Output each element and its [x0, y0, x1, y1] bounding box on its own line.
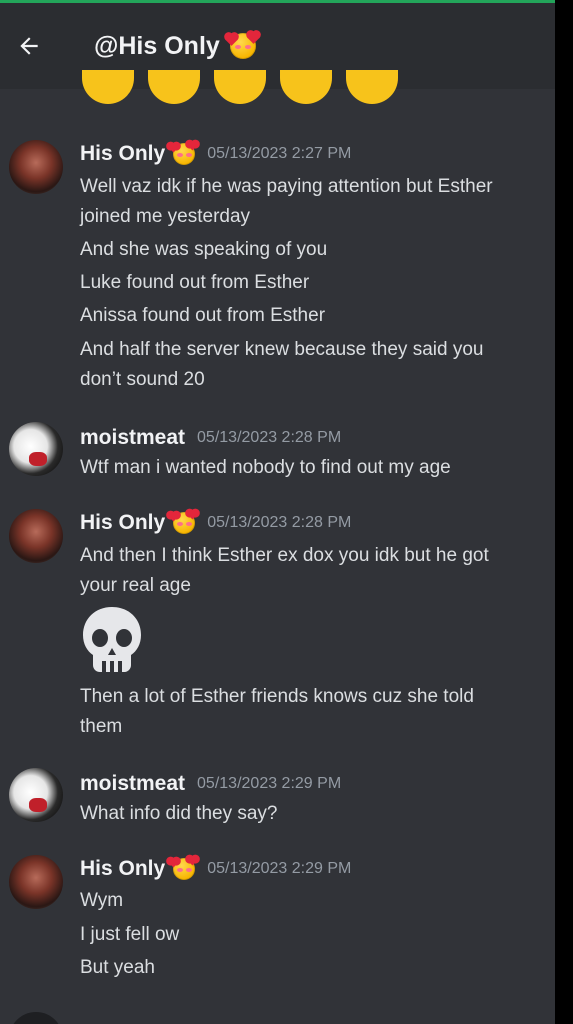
message-text: joined me yesterday [80, 206, 251, 227]
message-header: moistmeat 05/13/2023 2:28 PM [80, 426, 341, 450]
author-name[interactable]: moistmeat [80, 772, 185, 796]
smiling-face-with-hearts-icon [168, 855, 198, 880]
timestamp: 05/13/2023 2:28 PM [207, 514, 352, 531]
message-text: don’t sound 20 [80, 369, 205, 390]
message-text: Wym [80, 890, 124, 911]
message-text: Anissa found out from Esther [80, 305, 326, 326]
author-name[interactable]: His Only [80, 142, 165, 166]
message-text: Well vaz idk if he was paying attention … [80, 176, 493, 197]
message-header: His Only 05/13/2023 2:28 PM [80, 509, 352, 535]
avatar[interactable] [9, 140, 63, 194]
avatar[interactable] [9, 768, 63, 822]
emoji-reaction[interactable] [82, 70, 134, 104]
message-text: And she was speaking of you [80, 239, 328, 260]
message-text: them [80, 716, 123, 737]
emoji-reaction[interactable] [346, 70, 398, 104]
timestamp: 05/13/2023 2:29 PM [197, 775, 342, 792]
dm-title-text: @His Only [94, 31, 220, 60]
smiling-face-with-hearts-icon [224, 31, 260, 59]
message-text: What info did they say? [80, 803, 278, 824]
timestamp: 05/13/2023 2:28 PM [197, 429, 342, 446]
emoji-reaction[interactable] [214, 70, 266, 104]
message-header: His Only 05/13/2023 2:29 PM [80, 855, 352, 881]
message-header: His Only 05/13/2023 2:27 PM [80, 140, 352, 166]
message-text: your real age [80, 575, 191, 596]
avatar[interactable] [9, 422, 63, 476]
emoji-reaction[interactable] [148, 70, 200, 104]
chat-screen: @His Only His Only 05/13/2023 2:27 PM We… [0, 0, 555, 1024]
emoji-reaction[interactable] [280, 70, 332, 104]
author-name[interactable]: moistmeat [80, 426, 185, 450]
timestamp: 05/13/2023 2:29 PM [207, 860, 352, 877]
skull-emoji-icon [80, 605, 144, 678]
arrow-left-icon [20, 37, 38, 55]
message-text: Then a lot of Esther friends knows cuz s… [80, 686, 474, 707]
message-text: And then I think Esther ex dox you idk b… [80, 545, 489, 566]
emoji-row [82, 70, 398, 104]
dm-title[interactable]: @His Only [94, 31, 260, 61]
back-button[interactable] [12, 29, 46, 63]
avatar[interactable] [9, 509, 63, 563]
message-text: Luke found out from Esther [80, 272, 310, 293]
smiling-face-with-hearts-icon [168, 140, 198, 165]
message-text: I just fell ow [80, 924, 180, 945]
timestamp: 05/13/2023 2:27 PM [207, 145, 352, 162]
message-text: And half the server knew because they sa… [80, 339, 484, 360]
author-name[interactable]: His Only [80, 857, 165, 881]
message-text: But yeah [80, 957, 155, 978]
avatar[interactable] [9, 1012, 63, 1024]
avatar[interactable] [9, 855, 63, 909]
smiling-face-with-hearts-icon [168, 509, 198, 534]
message-text: Wtf man i wanted nobody to find out my a… [80, 457, 451, 478]
author-name[interactable]: His Only [80, 511, 165, 535]
message-header: moistmeat 05/13/2023 2:29 PM [80, 772, 341, 796]
